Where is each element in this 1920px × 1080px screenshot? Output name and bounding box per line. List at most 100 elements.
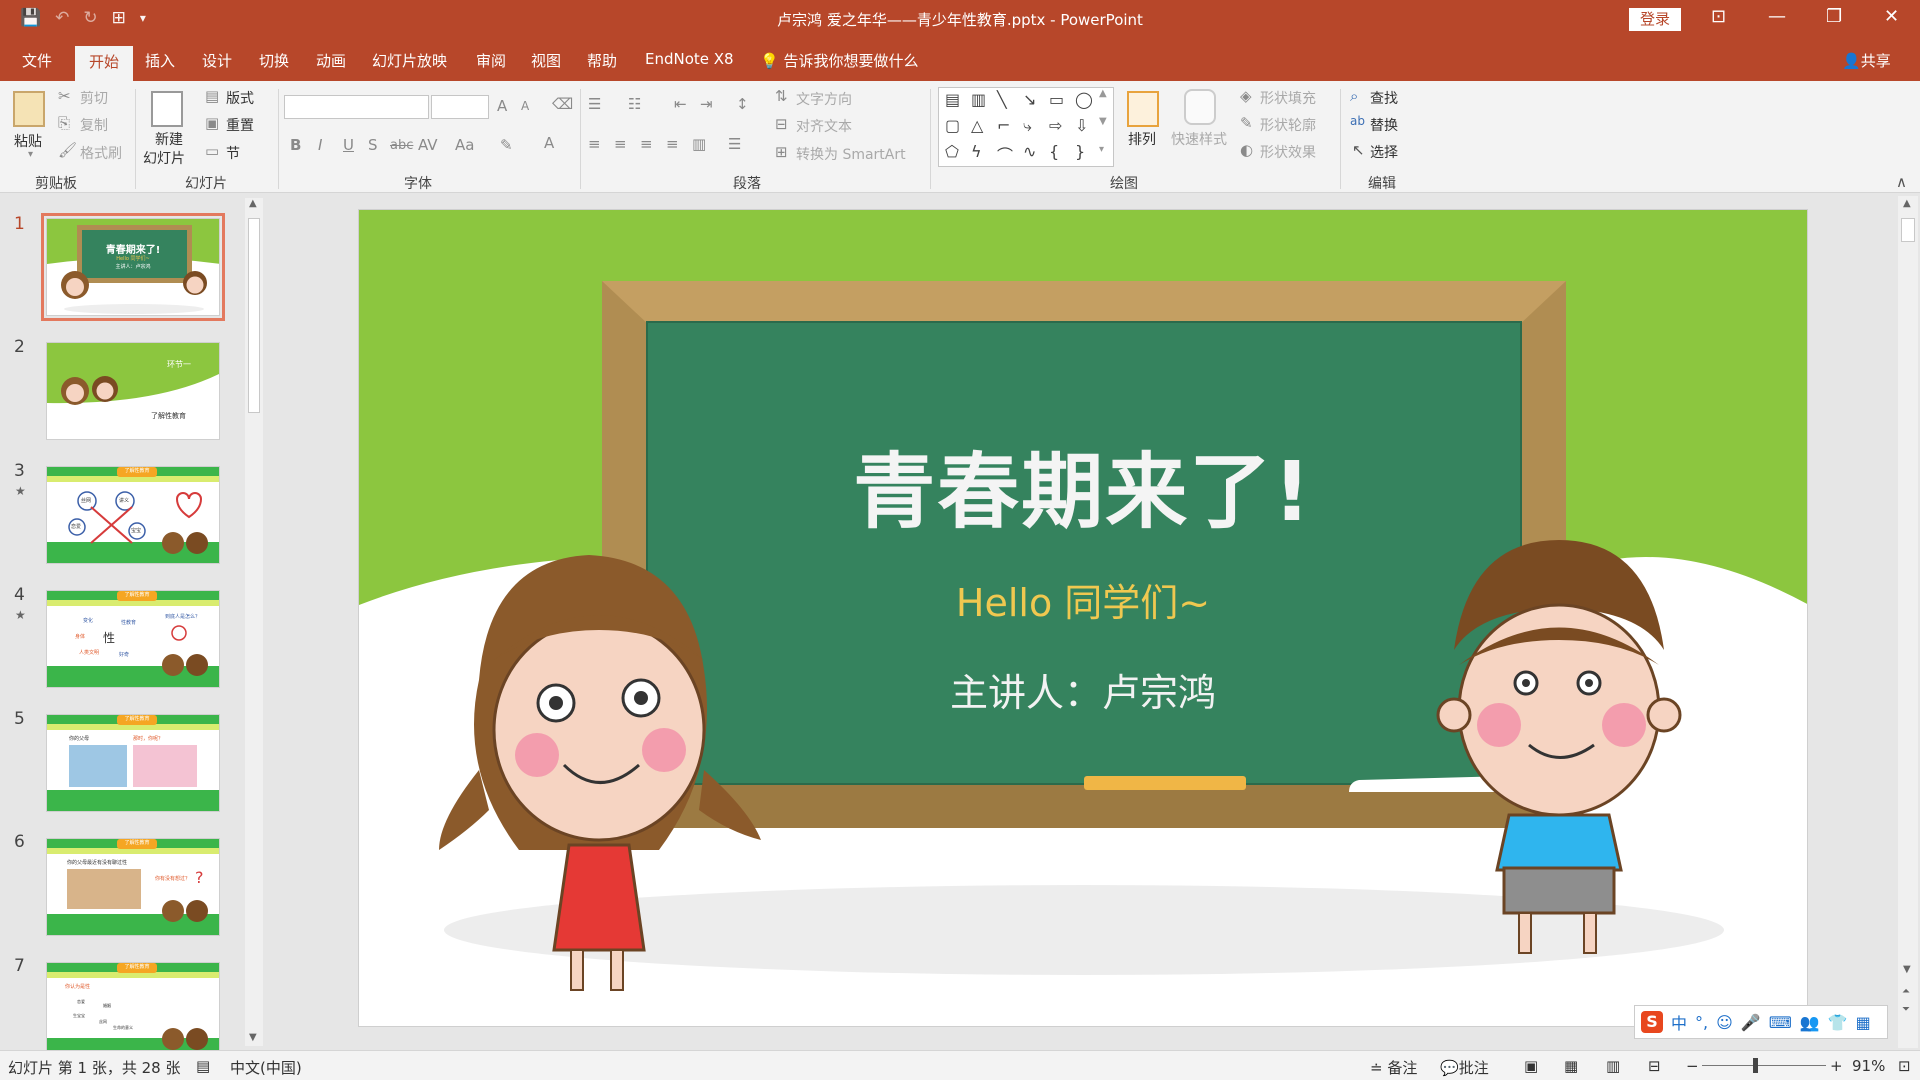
elbow-connector-shape-icon[interactable]: ⌐ [997, 116, 1010, 135]
tab-home[interactable]: 开始 [75, 46, 134, 81]
scroll-up-icon[interactable]: ▲ [1903, 198, 1911, 209]
increase-indent-icon[interactable]: ⇥ [700, 95, 713, 113]
new-slide-icon[interactable] [151, 91, 183, 127]
slide-canvas[interactable]: 青春期来了! Hello 同学们~ 主讲人：卢宗鸿 [358, 209, 1808, 1027]
arrange-icon[interactable] [1127, 91, 1159, 127]
columns-icon[interactable]: ▥ [692, 135, 706, 153]
ime-mode-toggle[interactable]: 中 [1671, 1010, 1687, 1034]
curve-shape-icon[interactable]: ∿ [1023, 142, 1036, 161]
align-right-icon[interactable]: ≡ [640, 135, 653, 153]
justify-icon[interactable]: ≡ [666, 135, 679, 153]
tab-help[interactable]: 帮助 [587, 50, 617, 71]
tab-design[interactable]: 设计 [202, 50, 232, 71]
zoom-slider-track[interactable] [1702, 1065, 1826, 1066]
align-center-icon[interactable]: ≡ [614, 135, 627, 153]
ime-keyboard-icon[interactable]: ⌨ [1769, 1013, 1792, 1032]
previous-slide-icon[interactable]: ⏶ [1902, 986, 1910, 997]
shapes-gallery[interactable]: ▤ ▥ ╲ ↘ ▭ ◯ ▢ △ ⌐ ⤷ ⇨ ⇩ ⬠ ϟ ⌒ ∿ { } ▲ ▼ … [938, 87, 1114, 167]
slide-scroll-thumb[interactable] [1901, 218, 1915, 242]
layout-button[interactable]: 版式 [226, 88, 254, 108]
slide-thumbnail-6[interactable]: ? 了解性教育 你的父母最近有没有聊过性 你有没有想过？ [46, 838, 220, 936]
quick-styles-button[interactable]: 快速样式 [1171, 129, 1227, 149]
gallery-scroll-down-icon[interactable]: ▼ [1099, 116, 1107, 127]
strikethrough-icon[interactable]: abc [390, 138, 413, 153]
replace-button[interactable]: 替换 [1370, 115, 1398, 135]
arc-shape-icon[interactable]: ⌒ [997, 142, 1013, 166]
underline-icon[interactable]: U [343, 136, 354, 154]
quick-styles-icon[interactable] [1184, 89, 1216, 125]
reset-button[interactable]: 重置 [226, 115, 254, 135]
zoom-slider-thumb[interactable] [1753, 1058, 1758, 1073]
shape-fill-button[interactable]: 形状填充 [1260, 88, 1316, 108]
shrink-font-icon[interactable]: A [521, 99, 529, 113]
shape-outline-button[interactable]: 形状轮廓 [1260, 115, 1316, 135]
select-button[interactable]: 选择 [1370, 142, 1398, 162]
thumbnail-scrollbar[interactable]: ▲ ▼ [245, 198, 263, 1046]
rectangle-shape-icon[interactable]: ▭ [1049, 90, 1064, 109]
ime-apps-icon[interactable]: ▦ [1856, 1013, 1871, 1032]
down-arrow-shape-icon[interactable]: ⇩ [1075, 116, 1088, 135]
decrease-indent-icon[interactable]: ⇤ [674, 95, 687, 113]
tab-view[interactable]: 视图 [531, 50, 561, 71]
text-shadow-icon[interactable]: S [368, 136, 378, 154]
rounded-rect-shape-icon[interactable]: ▢ [945, 116, 960, 135]
convert-smartart-button[interactable]: 转换为 SmartArt [796, 144, 906, 164]
gallery-scroll-up-icon[interactable]: ▲ [1099, 88, 1107, 99]
language-indicator[interactable]: 中文(中国) [230, 1057, 302, 1078]
right-arrow-shape-icon[interactable]: ⇨ [1049, 116, 1062, 135]
align-text-button[interactable]: 对齐文本 [796, 116, 852, 136]
new-slide-button[interactable]: 新建 [155, 129, 183, 149]
login-button[interactable]: 登录 [1629, 8, 1681, 31]
tab-transitions[interactable]: 切换 [259, 50, 289, 71]
section-button[interactable]: 节 [226, 143, 240, 163]
fit-slide-icon[interactable]: ⊡ [1898, 1057, 1911, 1075]
tab-slideshow[interactable]: 幻灯片放映 [372, 50, 447, 71]
normal-view-icon[interactable]: ▣ [1524, 1057, 1538, 1075]
collapse-ribbon-icon[interactable]: ∧ [1896, 173, 1907, 191]
comments-button[interactable]: 💬批注 [1440, 1057, 1489, 1078]
numbering-icon[interactable]: ☷ [628, 95, 641, 113]
arrow-line-shape-icon[interactable]: ↘ [1023, 90, 1036, 109]
left-brace-shape-icon[interactable]: { [1049, 142, 1059, 161]
slide-presenter[interactable]: 主讲人：卢宗鸿 [359, 662, 1807, 717]
tab-insert[interactable]: 插入 [145, 50, 175, 71]
character-spacing-icon[interactable]: AV [418, 136, 438, 154]
ime-mic-icon[interactable]: 🎤 [1741, 1013, 1761, 1032]
right-brace-shape-icon[interactable]: } [1075, 142, 1085, 161]
minimize-icon[interactable]: — [1768, 6, 1786, 27]
align-left-icon[interactable]: ≡ [588, 135, 601, 153]
ime-skin-icon[interactable]: 👕 [1828, 1013, 1848, 1032]
spell-check-icon[interactable]: ▤ [196, 1057, 210, 1075]
highlight-icon[interactable]: ✎ [500, 136, 513, 154]
find-button[interactable]: 查找 [1370, 88, 1398, 108]
slide-thumbnail-2[interactable]: 环节一 了解性教育 [46, 342, 220, 440]
slideshow-view-icon[interactable]: ⊟ [1648, 1057, 1661, 1075]
tab-file[interactable]: 文件 [22, 50, 52, 71]
tab-endnote[interactable]: EndNote X8 [645, 50, 734, 68]
tab-review[interactable]: 审阅 [476, 50, 506, 71]
grow-font-icon[interactable]: A [497, 97, 507, 115]
next-slide-icon[interactable]: ⏷ [1902, 1004, 1910, 1015]
slide-subtitle[interactable]: Hello 同学们~ [359, 572, 1807, 627]
text-direction-button[interactable]: 文字方向 [796, 89, 852, 109]
scroll-up-icon[interactable]: ▲ [249, 198, 257, 209]
zoom-level[interactable]: 91% [1852, 1057, 1885, 1075]
bold-icon[interactable]: B [290, 136, 301, 154]
slide-scrollbar[interactable]: ▲ ▼ ⏶ ⏷ [1898, 196, 1918, 1048]
ime-user-icon[interactable]: 👥 [1800, 1013, 1820, 1032]
zoom-in-button[interactable]: + [1830, 1057, 1843, 1075]
slide-sorter-view-icon[interactable]: ▦ [1564, 1057, 1578, 1075]
slide-title[interactable]: 青春期来了! [359, 425, 1807, 544]
zoom-out-button[interactable]: − [1686, 1057, 1699, 1075]
font-color-icon[interactable]: A [544, 134, 554, 152]
thumbnail-scroll-thumb[interactable] [248, 218, 260, 413]
line-spacing-icon[interactable]: ↕ [736, 95, 749, 113]
ime-emoji-icon[interactable]: ☺ [1716, 1013, 1733, 1032]
new-slide-button-line2[interactable]: 幻灯片 [143, 148, 185, 168]
line-shape-icon[interactable]: ╲ [997, 90, 1007, 109]
vertical-textbox-shape-icon[interactable]: ▥ [971, 90, 986, 109]
copy-button[interactable]: 复制 [80, 115, 108, 135]
slide-thumbnail-7[interactable]: 了解性教育 你认为是性 恋爱 婚姻 生宝宝 丝网 生命的意义 [46, 962, 220, 1060]
arrange-button[interactable]: 排列 [1128, 129, 1156, 149]
slide-thumbnail-1[interactable]: 青春期来了! Hello 同学们~ 主讲人：卢宗鸿 [41, 213, 225, 321]
